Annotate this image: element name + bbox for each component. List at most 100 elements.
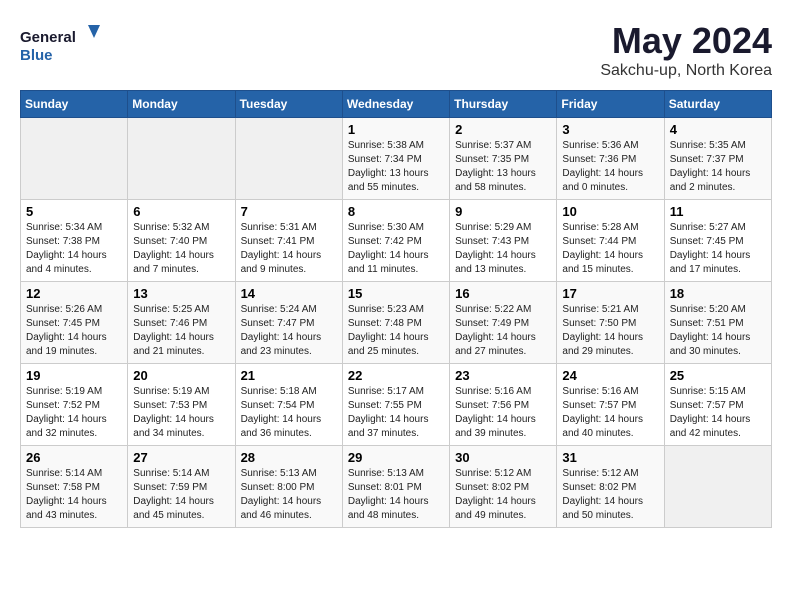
weekday-header-sunday: Sunday <box>21 91 128 118</box>
day-info: Sunrise: 5:25 AMSunset: 7:46 PMDaylight:… <box>133 303 229 359</box>
day-info: Sunrise: 5:24 AMSunset: 7:47 PMDaylight:… <box>241 303 337 359</box>
calendar-cell <box>235 118 342 200</box>
day-info: Sunrise: 5:26 AMSunset: 7:45 PMDaylight:… <box>26 303 122 359</box>
day-number: 15 <box>348 286 444 301</box>
day-number: 18 <box>670 286 766 301</box>
weekday-header-saturday: Saturday <box>664 91 771 118</box>
logo: General Blue <box>20 20 100 70</box>
day-number: 31 <box>562 450 658 465</box>
calendar-cell: 8 Sunrise: 5:30 AMSunset: 7:42 PMDayligh… <box>342 200 449 282</box>
calendar-cell: 28 Sunrise: 5:13 AMSunset: 8:00 PMDaylig… <box>235 446 342 528</box>
day-number: 10 <box>562 204 658 219</box>
calendar-cell: 15 Sunrise: 5:23 AMSunset: 7:48 PMDaylig… <box>342 282 449 364</box>
calendar-cell: 22 Sunrise: 5:17 AMSunset: 7:55 PMDaylig… <box>342 364 449 446</box>
day-number: 28 <box>241 450 337 465</box>
day-info: Sunrise: 5:13 AMSunset: 8:01 PMDaylight:… <box>348 467 444 523</box>
calendar-cell: 5 Sunrise: 5:34 AMSunset: 7:38 PMDayligh… <box>21 200 128 282</box>
calendar-week-1: 1 Sunrise: 5:38 AMSunset: 7:34 PMDayligh… <box>21 118 772 200</box>
calendar-cell: 19 Sunrise: 5:19 AMSunset: 7:52 PMDaylig… <box>21 364 128 446</box>
day-info: Sunrise: 5:22 AMSunset: 7:49 PMDaylight:… <box>455 303 551 359</box>
day-info: Sunrise: 5:16 AMSunset: 7:57 PMDaylight:… <box>562 385 658 441</box>
day-number: 4 <box>670 122 766 137</box>
day-info: Sunrise: 5:18 AMSunset: 7:54 PMDaylight:… <box>241 385 337 441</box>
day-info: Sunrise: 5:38 AMSunset: 7:34 PMDaylight:… <box>348 139 444 195</box>
day-info: Sunrise: 5:21 AMSunset: 7:50 PMDaylight:… <box>562 303 658 359</box>
day-info: Sunrise: 5:27 AMSunset: 7:45 PMDaylight:… <box>670 221 766 277</box>
calendar-cell: 10 Sunrise: 5:28 AMSunset: 7:44 PMDaylig… <box>557 200 664 282</box>
day-info: Sunrise: 5:34 AMSunset: 7:38 PMDaylight:… <box>26 221 122 277</box>
day-number: 3 <box>562 122 658 137</box>
day-info: Sunrise: 5:37 AMSunset: 7:35 PMDaylight:… <box>455 139 551 195</box>
calendar-cell: 18 Sunrise: 5:20 AMSunset: 7:51 PMDaylig… <box>664 282 771 364</box>
day-info: Sunrise: 5:36 AMSunset: 7:36 PMDaylight:… <box>562 139 658 195</box>
day-number: 19 <box>26 368 122 383</box>
day-number: 7 <box>241 204 337 219</box>
calendar-cell: 25 Sunrise: 5:15 AMSunset: 7:57 PMDaylig… <box>664 364 771 446</box>
day-number: 12 <box>26 286 122 301</box>
calendar-cell: 20 Sunrise: 5:19 AMSunset: 7:53 PMDaylig… <box>128 364 235 446</box>
calendar-cell: 31 Sunrise: 5:12 AMSunset: 8:02 PMDaylig… <box>557 446 664 528</box>
calendar-week-2: 5 Sunrise: 5:34 AMSunset: 7:38 PMDayligh… <box>21 200 772 282</box>
day-info: Sunrise: 5:19 AMSunset: 7:52 PMDaylight:… <box>26 385 122 441</box>
calendar-cell: 27 Sunrise: 5:14 AMSunset: 7:59 PMDaylig… <box>128 446 235 528</box>
day-number: 27 <box>133 450 229 465</box>
day-info: Sunrise: 5:31 AMSunset: 7:41 PMDaylight:… <box>241 221 337 277</box>
day-info: Sunrise: 5:14 AMSunset: 7:58 PMDaylight:… <box>26 467 122 523</box>
day-info: Sunrise: 5:15 AMSunset: 7:57 PMDaylight:… <box>670 385 766 441</box>
day-number: 2 <box>455 122 551 137</box>
day-info: Sunrise: 5:19 AMSunset: 7:53 PMDaylight:… <box>133 385 229 441</box>
svg-text:Blue: Blue <box>20 47 53 64</box>
day-number: 24 <box>562 368 658 383</box>
day-info: Sunrise: 5:35 AMSunset: 7:37 PMDaylight:… <box>670 139 766 195</box>
weekday-header-friday: Friday <box>557 91 664 118</box>
day-number: 21 <box>241 368 337 383</box>
calendar-week-5: 26 Sunrise: 5:14 AMSunset: 7:58 PMDaylig… <box>21 446 772 528</box>
logo-svg: General Blue <box>20 20 100 70</box>
day-info: Sunrise: 5:32 AMSunset: 7:40 PMDaylight:… <box>133 221 229 277</box>
day-info: Sunrise: 5:12 AMSunset: 8:02 PMDaylight:… <box>455 467 551 523</box>
calendar-cell: 4 Sunrise: 5:35 AMSunset: 7:37 PMDayligh… <box>664 118 771 200</box>
location-title: Sakchu-up, North Korea <box>600 62 772 80</box>
title-block: May 2024 Sakchu-up, North Korea <box>600 20 772 80</box>
calendar-cell: 1 Sunrise: 5:38 AMSunset: 7:34 PMDayligh… <box>342 118 449 200</box>
day-info: Sunrise: 5:12 AMSunset: 8:02 PMDaylight:… <box>562 467 658 523</box>
day-number: 8 <box>348 204 444 219</box>
day-number: 17 <box>562 286 658 301</box>
calendar-cell: 9 Sunrise: 5:29 AMSunset: 7:43 PMDayligh… <box>450 200 557 282</box>
day-number: 13 <box>133 286 229 301</box>
month-title: May 2024 <box>600 20 772 62</box>
day-info: Sunrise: 5:23 AMSunset: 7:48 PMDaylight:… <box>348 303 444 359</box>
calendar-cell <box>21 118 128 200</box>
calendar-cell: 3 Sunrise: 5:36 AMSunset: 7:36 PMDayligh… <box>557 118 664 200</box>
calendar-cell: 21 Sunrise: 5:18 AMSunset: 7:54 PMDaylig… <box>235 364 342 446</box>
calendar-cell: 6 Sunrise: 5:32 AMSunset: 7:40 PMDayligh… <box>128 200 235 282</box>
calendar-cell <box>664 446 771 528</box>
weekday-header-tuesday: Tuesday <box>235 91 342 118</box>
calendar-cell: 26 Sunrise: 5:14 AMSunset: 7:58 PMDaylig… <box>21 446 128 528</box>
weekday-header-monday: Monday <box>128 91 235 118</box>
page-header: General Blue May 2024 Sakchu-up, North K… <box>20 20 772 80</box>
day-info: Sunrise: 5:20 AMSunset: 7:51 PMDaylight:… <box>670 303 766 359</box>
calendar-week-3: 12 Sunrise: 5:26 AMSunset: 7:45 PMDaylig… <box>21 282 772 364</box>
day-number: 1 <box>348 122 444 137</box>
calendar-cell: 29 Sunrise: 5:13 AMSunset: 8:01 PMDaylig… <box>342 446 449 528</box>
calendar-cell: 30 Sunrise: 5:12 AMSunset: 8:02 PMDaylig… <box>450 446 557 528</box>
svg-text:General: General <box>20 29 76 46</box>
calendar-cell: 11 Sunrise: 5:27 AMSunset: 7:45 PMDaylig… <box>664 200 771 282</box>
calendar-cell: 13 Sunrise: 5:25 AMSunset: 7:46 PMDaylig… <box>128 282 235 364</box>
day-number: 20 <box>133 368 229 383</box>
calendar-cell: 24 Sunrise: 5:16 AMSunset: 7:57 PMDaylig… <box>557 364 664 446</box>
calendar-cell: 23 Sunrise: 5:16 AMSunset: 7:56 PMDaylig… <box>450 364 557 446</box>
day-number: 22 <box>348 368 444 383</box>
day-number: 23 <box>455 368 551 383</box>
day-number: 11 <box>670 204 766 219</box>
day-info: Sunrise: 5:14 AMSunset: 7:59 PMDaylight:… <box>133 467 229 523</box>
weekday-header-wednesday: Wednesday <box>342 91 449 118</box>
day-number: 25 <box>670 368 766 383</box>
day-number: 30 <box>455 450 551 465</box>
day-number: 26 <box>26 450 122 465</box>
day-number: 6 <box>133 204 229 219</box>
day-info: Sunrise: 5:30 AMSunset: 7:42 PMDaylight:… <box>348 221 444 277</box>
calendar-cell: 14 Sunrise: 5:24 AMSunset: 7:47 PMDaylig… <box>235 282 342 364</box>
day-info: Sunrise: 5:13 AMSunset: 8:00 PMDaylight:… <box>241 467 337 523</box>
